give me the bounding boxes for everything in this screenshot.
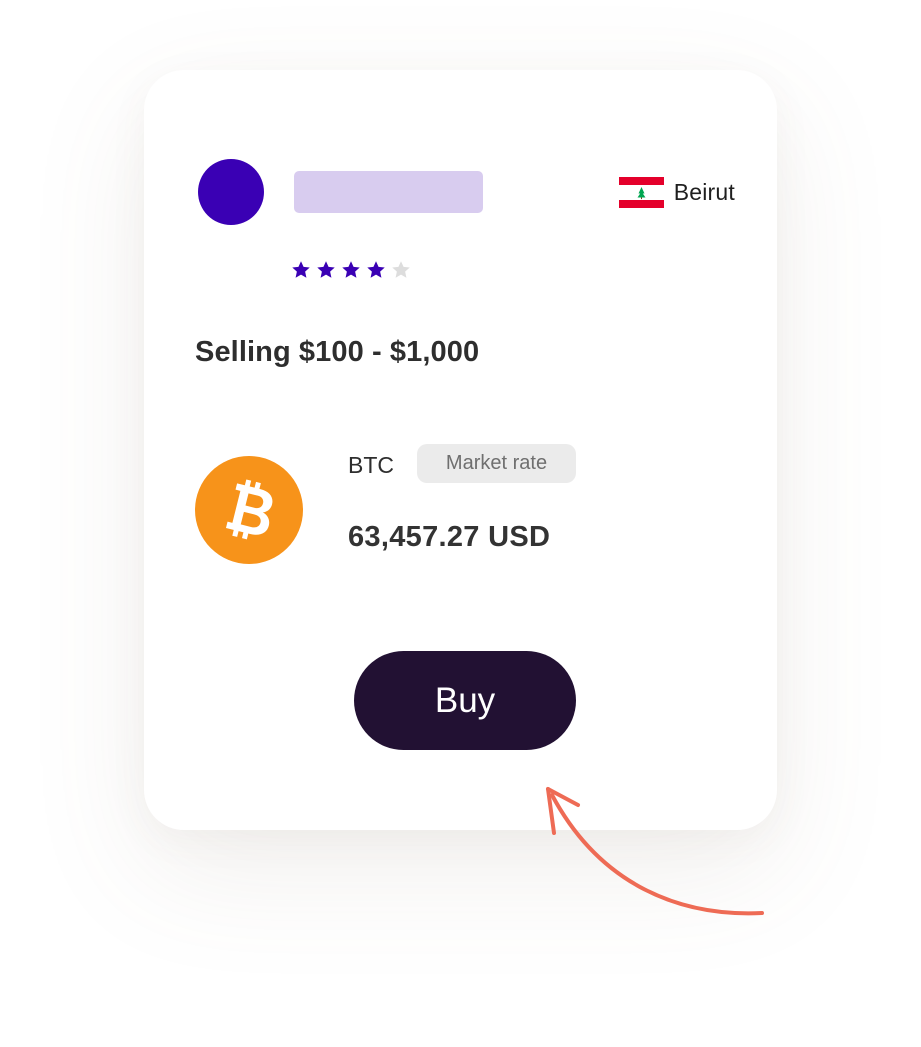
- coin-price: 63,457.27 USD: [348, 521, 551, 553]
- avatar: [198, 159, 264, 225]
- seller-name-placeholder: [294, 171, 483, 213]
- star-filled-icon: [367, 261, 385, 278]
- lebanon-flag-icon: [618, 176, 664, 208]
- seller-location: Beirut: [618, 174, 735, 210]
- star-filled-icon: [292, 261, 310, 278]
- rate-badge: Market rate: [417, 444, 576, 483]
- offer-headline: Selling $100 - $1,000: [195, 336, 480, 368]
- bitcoin-icon: [195, 456, 303, 564]
- star-filled-icon: [317, 261, 335, 278]
- star-empty-icon: [392, 261, 410, 278]
- offer-card: Beirut Selling $100 - $1,000 BTC Market …: [144, 70, 777, 830]
- coin-ticker: BTC: [348, 452, 394, 478]
- seller-rating: [290, 259, 412, 281]
- location-label: Beirut: [673, 178, 735, 205]
- buy-button[interactable]: Buy: [354, 651, 576, 750]
- star-filled-icon: [342, 261, 360, 278]
- curved-arrow-icon: [546, 787, 764, 916]
